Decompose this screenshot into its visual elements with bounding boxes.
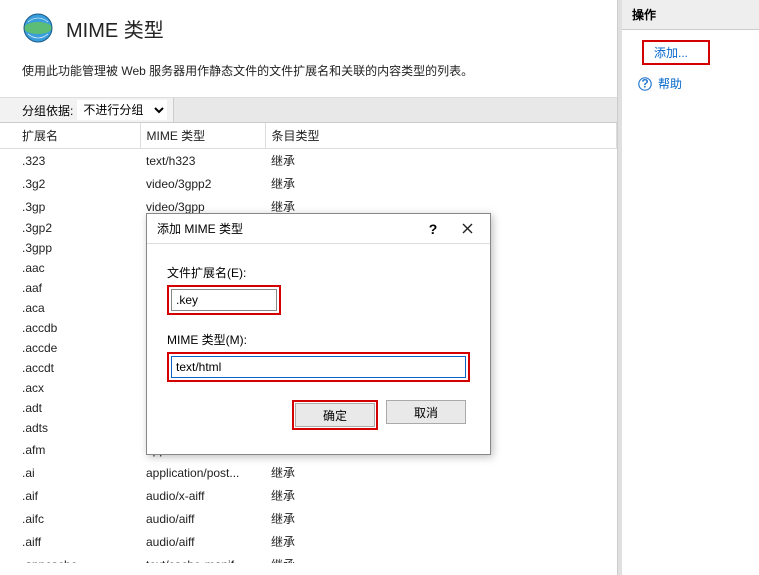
dialog-help-button[interactable]: ? [416,217,450,241]
cell-ext: .aif [0,484,140,507]
cell-etype: 继承 [265,484,617,507]
cell-etype: 继承 [265,553,617,563]
help-row[interactable]: ? 帮助 [628,71,753,92]
ext-field-highlight [167,285,281,315]
cell-ext: .appcache [0,553,140,563]
mime-input[interactable] [171,356,466,378]
table-row[interactable]: .3g2video/3gpp2继承 [0,172,617,195]
cell-mime: text/cache-manif... [140,553,265,563]
cancel-button[interactable]: 取消 [386,400,466,424]
cell-ext: .accdt [0,358,140,378]
cell-ext: .3gp [0,195,140,218]
mime-field-label: MIME 类型(M): [167,331,470,348]
table-row[interactable]: .aifaudio/x-aiff继承 [0,484,617,507]
cell-mime: audio/x-aiff [140,484,265,507]
svg-text:?: ? [641,77,648,91]
ext-field-label: 文件扩展名(E): [167,264,470,281]
page-title: MIME 类型 [66,14,164,43]
cell-etype: 继承 [265,461,617,484]
help-link[interactable]: 帮助 [658,75,682,92]
ok-button-highlight: 确定 [292,400,378,430]
cell-ext: .afm [0,438,140,461]
add-link-highlight: 添加... [642,40,710,65]
dialog-body: 文件扩展名(E): MIME 类型(M): 确定 取消 [147,244,490,454]
groupby-label: 分组依据: [0,102,77,119]
cell-ext: .3g2 [0,172,140,195]
ok-button[interactable]: 确定 [295,403,375,427]
cell-ext: .adts [0,418,140,438]
col-header-mime[interactable]: MIME 类型 [140,123,265,149]
actions-panel: 操作 添加... ? 帮助 [618,0,759,575]
cell-mime: audio/aiff [140,507,265,530]
col-header-ext[interactable]: 扩展名 [0,123,140,149]
col-header-etype[interactable]: 条目类型 [265,123,617,149]
groupby-strip [173,98,617,122]
page-description: 使用此功能管理被 Web 服务器用作静态文件的文件扩展名和关联的内容类型的列表。 [0,54,617,97]
dialog-buttons: 确定 取消 [167,400,470,444]
table-row[interactable]: .aiffaudio/aiff继承 [0,530,617,553]
cell-ext: .acx [0,378,140,398]
close-icon[interactable] [450,217,484,241]
mime-field-highlight [167,352,470,382]
add-mime-dialog: 添加 MIME 类型 ? 文件扩展名(E): MIME 类型(M): 确定 取消 [146,213,491,455]
table-row[interactable]: .aiapplication/post...继承 [0,461,617,484]
actions-header: 操作 [622,0,759,30]
cell-ext: .323 [0,149,140,173]
cell-mime: text/h323 [140,149,265,173]
groupby-bar: 分组依据: 不进行分组 [0,97,617,123]
cell-ext: .3gp2 [0,218,140,238]
cell-ext: .aifc [0,507,140,530]
cell-ext: .aaf [0,278,140,298]
help-icon: ? [638,77,652,91]
cell-etype: 继承 [265,507,617,530]
cell-ext: .adt [0,398,140,418]
cell-ext: .ai [0,461,140,484]
groupby-select[interactable]: 不进行分组 [77,100,167,120]
cell-ext: .3gpp [0,238,140,258]
dialog-title: 添加 MIME 类型 [157,220,416,237]
cell-ext: .aac [0,258,140,278]
cell-ext: .accdb [0,318,140,338]
cell-mime: video/3gpp2 [140,172,265,195]
cell-mime: audio/aiff [140,530,265,553]
globe-icon [22,12,54,44]
title-row: MIME 类型 [0,12,617,54]
cell-ext: .aca [0,298,140,318]
dialog-titlebar[interactable]: 添加 MIME 类型 ? [147,214,490,244]
cell-etype: 继承 [265,530,617,553]
cell-ext: .accde [0,338,140,358]
cell-etype: 继承 [265,149,617,173]
table-row[interactable]: .appcachetext/cache-manif...继承 [0,553,617,563]
ext-input[interactable] [171,289,277,311]
cell-etype: 继承 [265,172,617,195]
add-link[interactable]: 添加... [654,46,688,60]
cell-ext: .aiff [0,530,140,553]
table-row[interactable]: .323text/h323继承 [0,149,617,173]
table-row[interactable]: .aifcaudio/aiff继承 [0,507,617,530]
cell-mime: application/post... [140,461,265,484]
